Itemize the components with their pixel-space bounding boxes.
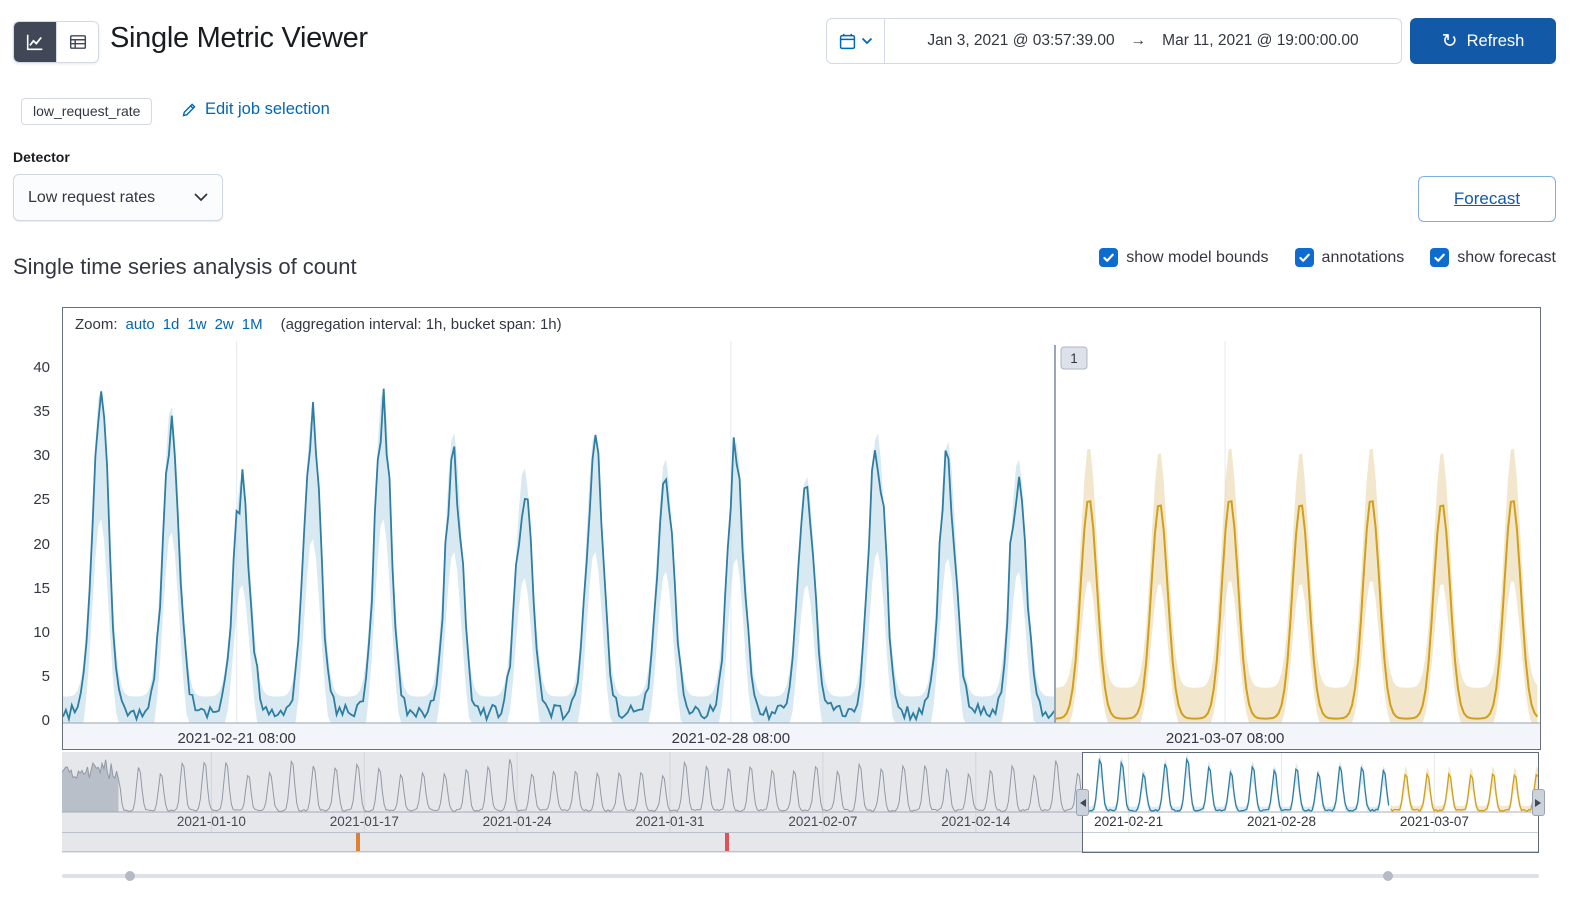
anomaly-marker [725, 833, 730, 851]
refresh-icon: ↻ [1441, 30, 1458, 52]
page-title: Single Metric Viewer [110, 22, 368, 54]
y-axis-tick: 5 [41, 667, 50, 685]
refresh-button[interactable]: ↻ Refresh [1410, 18, 1556, 64]
show-forecast-label: show forecast [1457, 248, 1556, 266]
y-axis-tick: 35 [33, 403, 50, 421]
show-model-bounds-label: show model bounds [1126, 248, 1269, 266]
zoom-label: Zoom: [75, 316, 118, 333]
svg-text:2021-02-07: 2021-02-07 [788, 814, 857, 829]
aggregation-info: (aggregation interval: 1h, bucket span: … [280, 316, 562, 333]
detector-label: Detector [13, 149, 70, 165]
y-axis-tick: 20 [33, 535, 50, 553]
date-range-display: Jan 3, 2021 @ 03:57:39.00 → Mar 11, 2021… [885, 32, 1401, 50]
brush-right-handle[interactable] [1531, 789, 1545, 816]
focus-chart[interactable]: 2021-02-21 08:00 2021-02-28 08:00 2021-03-… [63, 341, 1540, 749]
zoom-2w-link[interactable]: 2w [215, 316, 234, 333]
svg-text:1: 1 [1070, 351, 1078, 366]
show-forecast-checkbox[interactable]: show forecast [1430, 248, 1556, 267]
y-axis-tick: 30 [33, 447, 50, 465]
chevron-down-icon [194, 193, 208, 202]
zoom-auto-link[interactable]: auto [126, 316, 155, 333]
checkbox-checked-icon [1099, 248, 1119, 267]
svg-text:2021-01-10: 2021-01-10 [177, 814, 246, 829]
chart-options: show model bounds annotations show forec… [1099, 248, 1556, 267]
zoom-1M-link[interactable]: 1M [242, 316, 263, 333]
triangle-left-icon [1079, 798, 1086, 807]
single-metric-viewer-page: Single Metric Viewer Jan 3, 2021 @ 03:57… [0, 0, 1584, 904]
y-axis-tick: 15 [33, 579, 50, 597]
detector-select[interactable]: Low request rates [13, 174, 223, 221]
scrollbar-left-knob[interactable] [125, 871, 135, 881]
annotations-checkbox[interactable]: annotations [1294, 248, 1405, 267]
start-date[interactable]: Jan 3, 2021 @ 03:57:39.00 [927, 32, 1114, 50]
table-icon [69, 35, 86, 49]
date-range-picker: Jan 3, 2021 @ 03:57:39.00 → Mar 11, 2021… [826, 18, 1402, 64]
triangle-right-icon [1535, 798, 1542, 807]
date-range-arrow-icon: → [1130, 32, 1147, 49]
view-toggle-group [13, 21, 99, 63]
svg-text:2021-02-28 08:00: 2021-02-28 08:00 [672, 730, 790, 747]
svg-text:2021-02-14: 2021-02-14 [941, 814, 1011, 829]
y-axis-tick: 0 [41, 712, 50, 729]
end-date[interactable]: Mar 11, 2021 @ 19:00:00.00 [1162, 32, 1358, 50]
line-chart-icon [26, 34, 43, 51]
checkbox-checked-icon [1430, 248, 1450, 267]
edit-job-selection-label: Edit job selection [205, 100, 330, 118]
scrollbar-track[interactable] [62, 874, 1539, 878]
y-axis-tick: 10 [33, 623, 50, 641]
table-view-toggle[interactable] [56, 22, 98, 62]
refresh-label: Refresh [1466, 31, 1525, 50]
chart-view-toggle[interactable] [14, 22, 56, 62]
y-axis-tick: 40 [33, 359, 50, 376]
edit-job-selection-link[interactable]: Edit job selection [181, 100, 330, 119]
forecast-button[interactable]: Forecast [1418, 176, 1556, 222]
svg-text:2021-01-31: 2021-01-31 [635, 814, 704, 829]
datepicker-calendar-button[interactable] [827, 19, 885, 63]
detector-selected-value: Low request rates [28, 188, 156, 206]
context-chart-area: 2021-01-10 2021-01-17 2021-01-24 2021-01-31… [61, 752, 1545, 884]
job-badge[interactable]: low_request_rate [21, 98, 153, 125]
svg-text:2021-02-21 08:00: 2021-02-21 08:00 [177, 730, 295, 747]
checkbox-checked-icon [1294, 248, 1314, 267]
anomaly-marker [355, 833, 360, 851]
zoom-controls: Zoom: auto 1d 1w 2w 1M (aggregation inte… [63, 308, 1540, 341]
y-axis-tick: 25 [33, 491, 50, 509]
brush-left-handle[interactable] [1076, 789, 1090, 816]
show-model-bounds-checkbox[interactable]: show model bounds [1099, 248, 1269, 267]
context-scrollbar[interactable] [62, 870, 1539, 882]
chevron-down-icon [861, 37, 872, 45]
svg-text:2021-01-17: 2021-01-17 [330, 814, 399, 829]
zoom-1w-link[interactable]: 1w [187, 316, 206, 333]
svg-text:2021-03-07 08:00: 2021-03-07 08:00 [1166, 730, 1284, 747]
zoom-1d-link[interactable]: 1d [163, 316, 180, 333]
svg-text:2021-01-24: 2021-01-24 [483, 814, 553, 829]
context-brush-selection[interactable] [1076, 752, 1545, 853]
calendar-icon [839, 33, 855, 49]
section-title: Single time series analysis of count [13, 254, 357, 279]
annotations-label: annotations [1321, 248, 1405, 266]
scrollbar-right-knob[interactable] [1383, 871, 1393, 881]
pencil-icon [182, 102, 196, 116]
focus-chart-panel: Zoom: auto 1d 1w 2w 1M (aggregation inte… [62, 307, 1541, 750]
